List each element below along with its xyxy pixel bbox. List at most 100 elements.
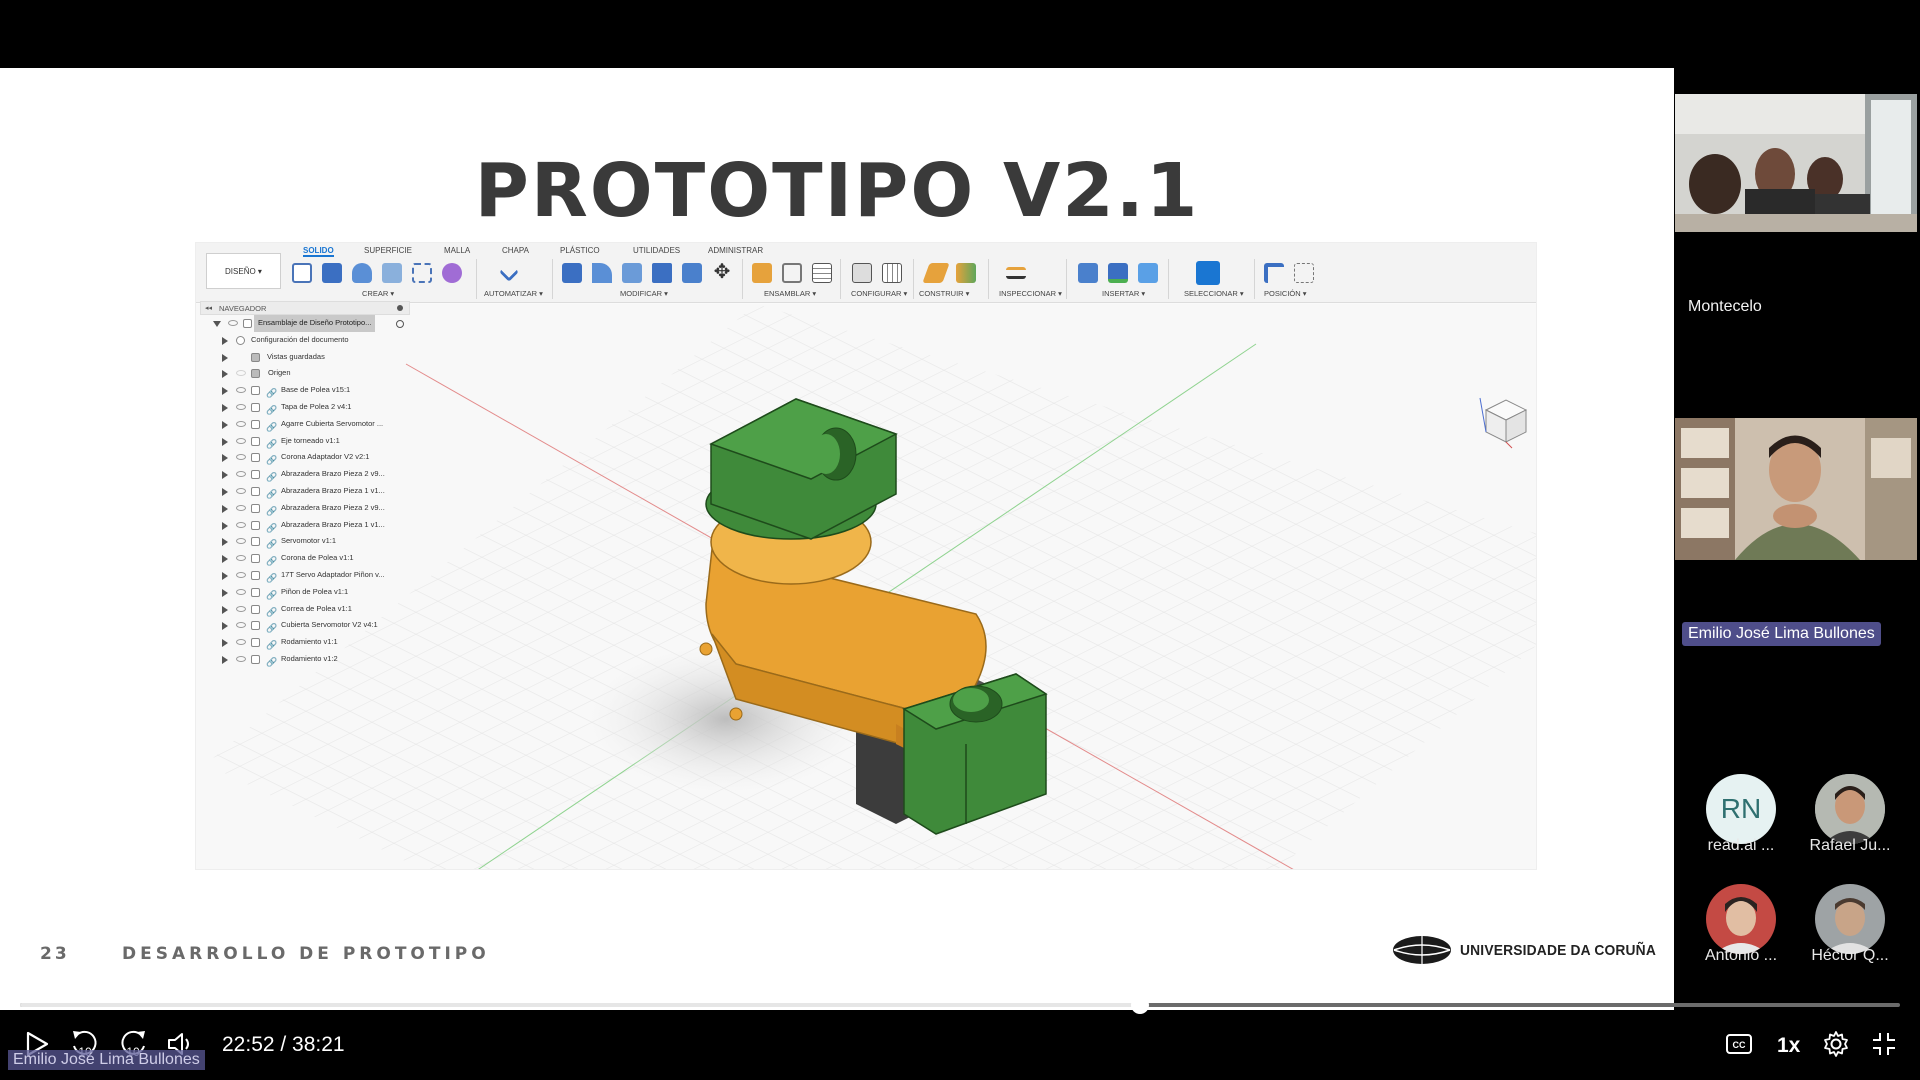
separator — [1066, 259, 1067, 299]
room-video-tile[interactable] — [1675, 94, 1917, 232]
separator — [840, 259, 841, 299]
group-seleccionar: SELECCIONAR ▾ — [1184, 289, 1244, 298]
link-icon: 🔗 — [266, 656, 278, 667]
sketch-icon — [292, 263, 312, 283]
component-icon — [251, 554, 260, 564]
separator — [1254, 259, 1255, 299]
eye-icon — [236, 454, 246, 461]
browser-item: 🔗 Rodamiento v1:1 — [200, 634, 410, 651]
eye-icon — [236, 387, 246, 394]
hole-icon — [382, 263, 402, 283]
participant-avatar[interactable] — [1815, 774, 1885, 844]
eye-icon — [236, 622, 246, 629]
eye-icon — [236, 370, 246, 377]
readai-avatar[interactable]: RN — [1706, 774, 1776, 844]
expand-icon — [222, 353, 228, 362]
browser-item: 🔗 Rodamiento v1:2 — [200, 651, 410, 668]
expand-icon — [222, 487, 228, 496]
participant-avatar[interactable] — [1815, 884, 1885, 954]
form-icon — [442, 263, 462, 283]
browser-root-row: Ensamblaje de Diseño Prototipo... — [200, 315, 410, 332]
seek-bar[interactable] — [20, 996, 1900, 1014]
separator — [552, 259, 553, 299]
fusion360-screenshot: SOLIDO SUPERFICIE MALLA CHAPA PLÁSTICO U… — [195, 242, 1537, 870]
design-workspace-button: DISEÑO ▾ — [206, 253, 281, 289]
browser-item: Origen — [200, 365, 410, 382]
participant-label: Rafael Ju... — [1809, 837, 1891, 854]
browser-title: NAVEGADOR — [219, 304, 267, 313]
browser-item-label: Origen — [268, 368, 291, 378]
expand-icon — [222, 403, 228, 412]
group-automatizar: AUTOMATIZAR ▾ — [484, 289, 543, 298]
new-component-icon — [752, 263, 772, 283]
browser-item-label: Abrazadera Brazo Pieza 2 v9... — [281, 502, 385, 512]
component-icon — [251, 654, 260, 664]
measure-icon — [1006, 267, 1026, 279]
participant-avatar[interactable] — [1706, 884, 1776, 954]
joint-icon — [782, 263, 802, 283]
group-construir: CONSTRUIR ▾ — [919, 289, 970, 298]
browser-item: 🔗 Base de Polea v15:1 — [200, 382, 410, 399]
browser-item: 🔗 Eje torneado v1:1 — [200, 433, 410, 450]
group-modificar: MODIFICAR ▾ — [620, 289, 668, 298]
browser-item: 🔗 Corona de Polea v1:1 — [200, 550, 410, 567]
expand-icon — [222, 420, 228, 429]
browser-item: 🔗 Abrazadera Brazo Pieza 2 v9... — [200, 466, 410, 483]
exit-fullscreen-icon[interactable] — [1871, 1031, 1897, 1057]
component-icon — [251, 386, 260, 396]
group-crear: CREAR ▾ — [362, 289, 395, 298]
browser-item-label: Servomotor v1:1 — [281, 536, 337, 546]
browser-item-label: Rodamiento v1:2 — [281, 653, 338, 663]
expand-icon — [222, 538, 228, 547]
group-ensamblar: ENSAMBLAR ▾ — [764, 289, 817, 298]
eye-icon — [236, 588, 246, 595]
separator — [1168, 259, 1169, 299]
group-inspeccionar: INSPECCIONAR ▾ — [999, 289, 1062, 298]
slide-number: 23 — [40, 944, 70, 964]
browser-item-label: Corona de Polea v1:1 — [281, 553, 354, 563]
fillet-icon — [592, 263, 612, 283]
eye-icon — [236, 403, 246, 410]
active-speaker-name: Emilio José Lima Bullones — [1682, 622, 1881, 646]
browser-item: 🔗 Piñon de Polea v1:1 — [200, 584, 410, 601]
browser-item-label: Base de Polea v15:1 — [281, 385, 351, 395]
participant-label: Héctor Q... — [1811, 947, 1889, 964]
browser-item-label: Rodamiento v1:1 — [281, 637, 338, 647]
browser-item-label: Vistas guardadas — [267, 351, 325, 361]
browser-item-label: Piñon de Polea v1:1 — [281, 586, 349, 596]
component-icon — [251, 537, 260, 547]
pin-icon — [397, 305, 403, 311]
component-icon — [251, 520, 260, 530]
slide-footer: DESARROLLO DE PROTOTIPO — [122, 944, 490, 964]
tab-solido: SOLIDO — [303, 246, 334, 257]
gear-icon — [236, 335, 245, 345]
playback-speed[interactable]: 1x — [1777, 1034, 1800, 1058]
automate-icon — [499, 262, 519, 282]
viewcube-icon — [1479, 397, 1528, 449]
captions-icon[interactable]: CC — [1725, 1032, 1753, 1056]
fusion-toolbar: SOLIDO SUPERFICIE MALLA CHAPA PLÁSTICO U… — [196, 243, 1536, 303]
browser-item-label: Cubierta Servomotor V2 v4:1 — [281, 620, 378, 630]
browser-item-label: Abrazadera Brazo Pieza 1 v1... — [281, 485, 385, 495]
expand-icon — [222, 471, 228, 480]
speaker-video-tile[interactable] — [1675, 418, 1917, 560]
fusion-viewport: ◂◂ NAVEGADOR Ensamblaje de Diseño Protot… — [196, 301, 1536, 869]
browser-item: 🔗 Correa de Polea v1:1 — [200, 601, 410, 618]
folder-icon — [251, 352, 260, 362]
tab-malla: MALLA — [444, 246, 471, 255]
browser-item: 🔗 Cubierta Servomotor V2 v4:1 — [200, 617, 410, 634]
position-icon — [1264, 263, 1284, 283]
tab-chapa: CHAPA — [502, 246, 529, 255]
eye-icon — [236, 639, 246, 646]
eye-icon — [236, 605, 246, 612]
browser-item: 🔗 Abrazadera Brazo Pieza 1 v1... — [200, 517, 410, 534]
expand-icon — [222, 605, 228, 614]
expand-icon — [222, 555, 228, 564]
eye-icon — [236, 504, 246, 511]
insert-derive-icon — [1078, 263, 1098, 283]
settings-gear-icon[interactable] — [1822, 1030, 1850, 1058]
speaker-caption-overlay: Emilio José Lima Bullones — [8, 1050, 205, 1070]
browser-item-label: Configuración del documento — [251, 334, 349, 344]
extrude-icon — [322, 263, 342, 283]
table-icon — [812, 263, 832, 283]
